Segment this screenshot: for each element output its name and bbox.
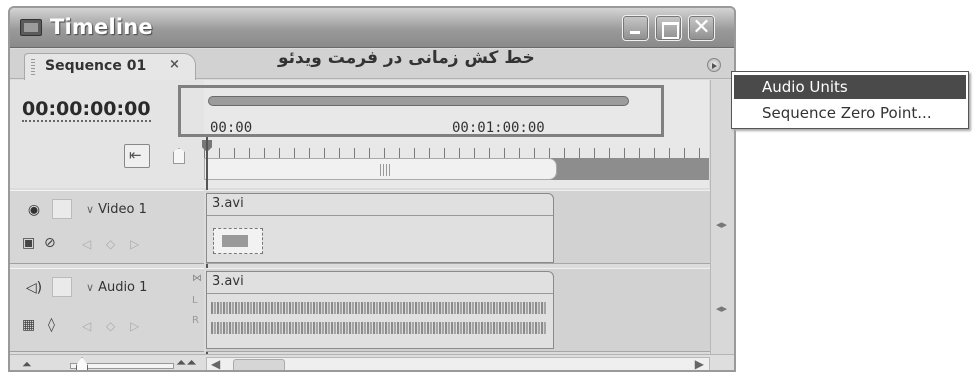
tab-close-icon[interactable]: × [169, 57, 180, 72]
add-keyframe-icon[interactable]: ◇ [106, 237, 115, 251]
timeline-window: Timeline ✕ Sequence 01 × خط کش زمانی در … [8, 6, 736, 372]
eye-icon[interactable]: ◉ [24, 201, 44, 219]
horizontal-scrollbar[interactable]: ◀ ▶ [206, 357, 710, 370]
work-area-grip-icon[interactable] [380, 164, 390, 176]
tab-bar: Sequence 01 × خط کش زمانی در فرمت ویدئو [10, 48, 734, 80]
prev-keyframe-icon[interactable]: ◁ [82, 237, 91, 251]
panel-flyout-menu: Audio Units Sequence Zero Point... [731, 71, 969, 129]
display-style-icon[interactable]: ▣ [22, 235, 35, 251]
panel-menu-button[interactable] [707, 58, 721, 72]
clip-divider [207, 215, 553, 216]
tab-label: Sequence 01 [45, 58, 147, 74]
ruler-label-1min: 00:01:00:00 [452, 120, 545, 136]
add-keyframe-icon[interactable]: ◇ [106, 319, 115, 333]
maximize-button[interactable] [655, 15, 682, 41]
video-track-label: Video 1 [98, 202, 147, 217]
sync-lock-icon[interactable]: ⋈ [192, 273, 202, 284]
channel-left: L [192, 295, 198, 306]
set-marker-icon[interactable] [173, 148, 185, 164]
clip-name: 3.avi [212, 274, 244, 289]
speaker-icon[interactable]: ◁) [24, 279, 44, 297]
waveform-left [211, 302, 547, 314]
menu-item-sequence-zero-point[interactable]: Sequence Zero Point... [734, 101, 966, 125]
window-title: Timeline [50, 15, 153, 39]
close-button[interactable]: ✕ [688, 15, 715, 41]
no-keyframe-icon[interactable]: ⊘ [44, 235, 56, 251]
minimize-button[interactable] [622, 15, 649, 41]
close-icon: ✕ [692, 15, 711, 40]
chevron-down-icon[interactable]: ∨ [86, 203, 94, 216]
time-ruler[interactable]: 00:00 00:01:00:00 [204, 80, 709, 188]
timeline-header-controls: 00:00:00:00 [10, 80, 204, 188]
annotation-caption: خط کش زمانی در فرمت ویدئو [278, 48, 535, 68]
timeline-panel-icon [20, 19, 42, 36]
next-keyframe-icon[interactable]: ▷ [130, 237, 139, 251]
clip-thumbnail [213, 228, 263, 254]
scroll-right-icon[interactable]: ▶ [695, 357, 704, 370]
current-timecode[interactable]: 00:00:00:00 [22, 98, 151, 122]
zoom-in-icon[interactable]: ⏶⏶ [176, 356, 197, 370]
waveform-display-icon[interactable]: ▦ [22, 317, 35, 333]
track-name-audio[interactable]: ∨ Audio 1 [86, 280, 147, 295]
scroll-thumb[interactable] [233, 359, 285, 370]
menu-item-audio-units[interactable]: Audio Units [734, 75, 966, 99]
prev-keyframe-icon[interactable]: ◁ [82, 319, 91, 333]
video-clip[interactable]: 3.avi [206, 193, 554, 263]
video-track-body[interactable]: 3.avi [206, 190, 710, 264]
track-header-audio-1: ◁) ∨ Audio 1 ⋈ L R ▦ ◊ ◁ ◇ ▷ [10, 268, 204, 352]
audio-track-body[interactable]: 3.avi [206, 268, 710, 352]
clip-divider [207, 293, 553, 294]
track-header-video-1: ◉ ∨ Video 1 ▣ ⊘ ◁ ◇ ▷ [10, 190, 204, 264]
audio-track-label: Audio 1 [98, 280, 148, 295]
waveform-right [211, 322, 547, 334]
scroll-left-icon[interactable]: ◀ [211, 357, 220, 370]
tab-grip-icon[interactable] [31, 59, 35, 75]
keyframe-mode-icon[interactable]: ◊ [48, 317, 55, 333]
zoom-out-icon[interactable]: ⏶ [22, 357, 32, 370]
ruler-ticks [204, 148, 709, 158]
chevron-down-icon[interactable]: ∨ [86, 281, 94, 294]
ruler-label-start: 00:00 [210, 120, 253, 136]
timeline-footer: ⏶ ⏶⏶ ◀ ▶ [10, 354, 734, 370]
tab-sequence-01[interactable]: Sequence 01 × [24, 53, 196, 80]
lock-toggle[interactable] [52, 199, 72, 219]
viewing-area-bar[interactable] [208, 96, 629, 106]
clip-name: 3.avi [212, 196, 244, 211]
audio-clip[interactable]: 3.avi [206, 271, 554, 349]
next-keyframe-icon[interactable]: ▷ [130, 319, 139, 333]
lock-toggle[interactable] [52, 277, 72, 297]
expand-arrows-icon[interactable]: ◂▸ [716, 302, 727, 315]
channel-right: R [192, 315, 199, 326]
zoom-slider-thumb[interactable] [76, 357, 88, 370]
track-name-video[interactable]: ∨ Video 1 [86, 202, 147, 217]
snap-button[interactable] [124, 144, 150, 168]
expand-arrows-icon[interactable]: ◂▸ [716, 218, 727, 231]
title-bar[interactable]: Timeline ✕ [10, 8, 734, 48]
